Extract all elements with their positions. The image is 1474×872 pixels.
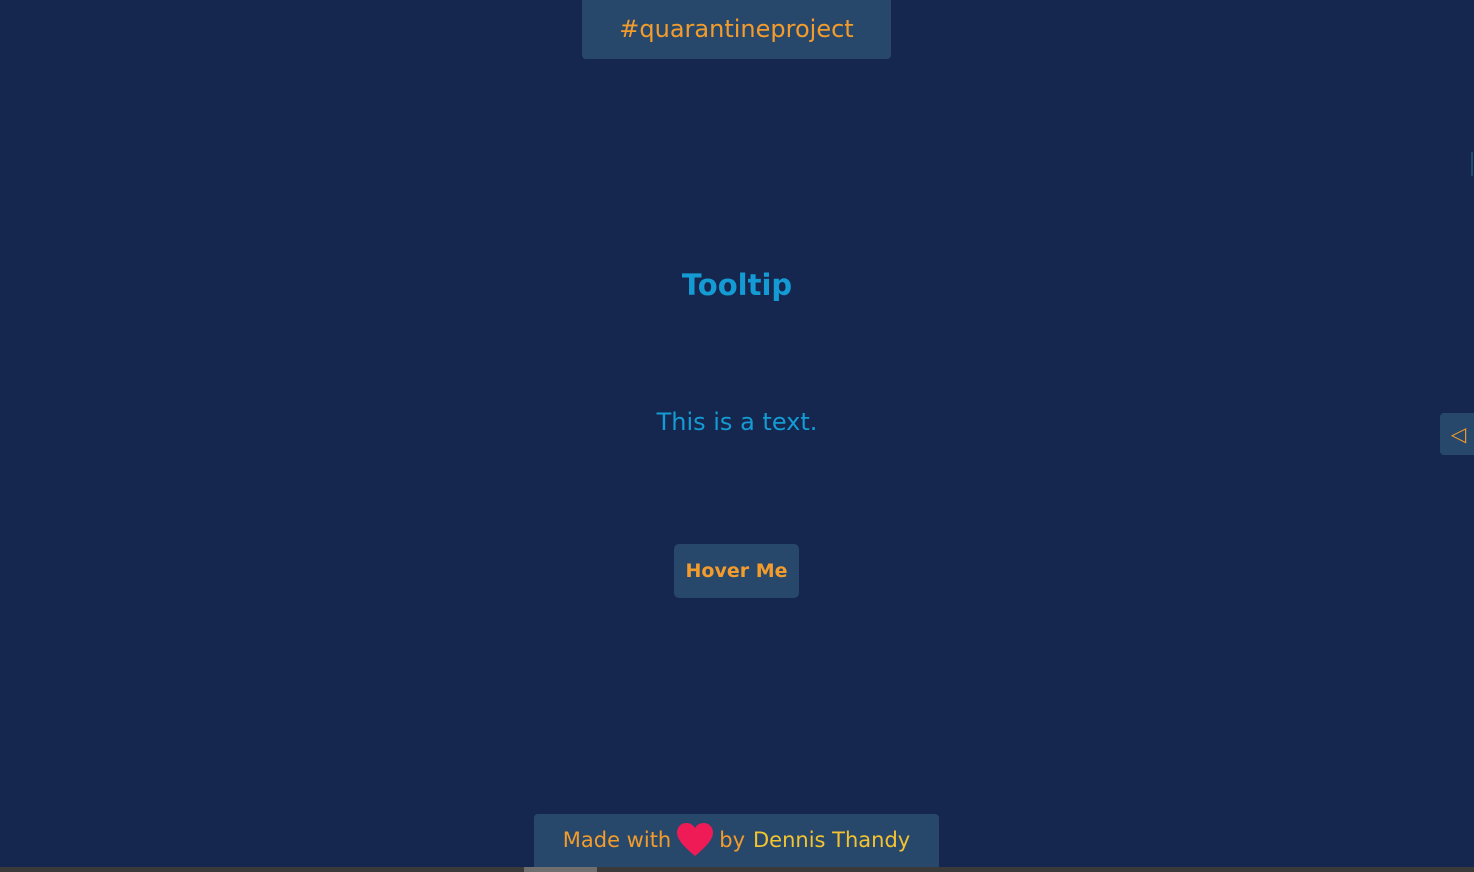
footer-credit: Made with by Dennis Thandy	[534, 814, 939, 872]
horizontal-scrollbar[interactable]	[0, 867, 1474, 872]
triangle-left-icon: ◁	[1450, 422, 1467, 446]
footer-by: by	[719, 828, 745, 852]
hover-me-button[interactable]: Hover Me	[674, 544, 799, 598]
side-edge-mark	[1471, 152, 1473, 176]
side-panel-toggle-button[interactable]: ◁	[1440, 413, 1474, 455]
author-link[interactable]: Dennis Thandy	[753, 828, 910, 852]
tooltip-target-text[interactable]: This is a text.	[0, 408, 1474, 436]
heart-icon	[677, 823, 714, 857]
page: #quarantineproject Tooltip This is a tex…	[0, 0, 1474, 872]
footer-made-with: Made with	[562, 828, 672, 852]
scrollbar-thumb[interactable]	[524, 867, 597, 872]
badge-text: #quarantineproject	[619, 14, 854, 43]
page-title: Tooltip	[681, 268, 793, 302]
quarantine-project-badge: #quarantineproject	[582, 0, 891, 59]
